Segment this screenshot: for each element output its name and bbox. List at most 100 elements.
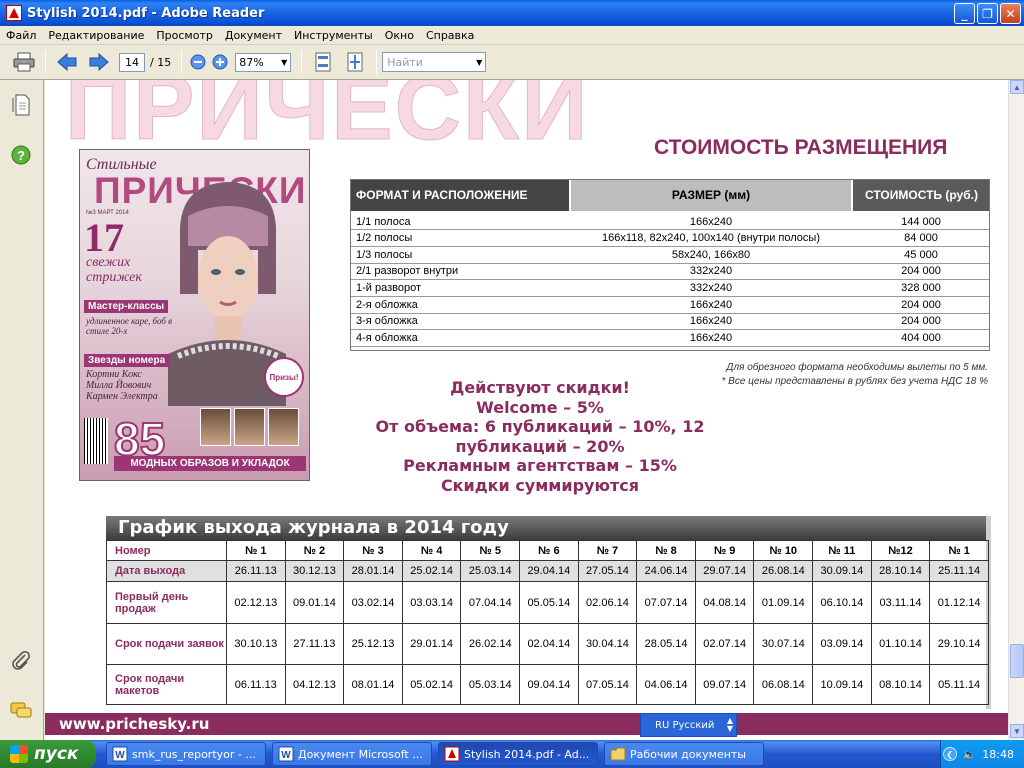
- document-viewport[interactable]: ПРИЧЕСКИ СТОИМОСТЬ РАЗМЕЩЕНИЯ Стильные П…: [45, 80, 1008, 740]
- comments-icon[interactable]: [10, 700, 32, 722]
- scrollbar-thumb[interactable]: [1010, 644, 1024, 678]
- schedule-cell: 26.02.14: [460, 623, 521, 665]
- schedule-cell: 03.03.14: [401, 581, 462, 624]
- price-cost: 45 000: [852, 246, 990, 264]
- speaker-icon[interactable]: 🔈: [963, 748, 977, 761]
- attachments-icon[interactable]: [10, 650, 32, 672]
- schedule-cell: 26.08.14: [753, 560, 814, 582]
- taskbar-button-active[interactable]: Stylish 2014.pdf - Ad...: [438, 742, 598, 766]
- price-size: 166x118, 82x240, 100x140 (внутри полосы): [570, 229, 852, 247]
- price-format: 1/3 полосы: [350, 246, 570, 264]
- fit-page-icon[interactable]: [343, 50, 367, 74]
- schedule-cell: 30.07.14: [753, 623, 814, 665]
- table-row: 1/1 полоса 166x240 144 000: [350, 211, 990, 231]
- price-format: 2-я обложка: [350, 296, 570, 314]
- schedule-row-label: Срок подачи макетов: [106, 664, 227, 705]
- price-format: 2/1 разворот внутри: [350, 263, 570, 281]
- print-icon[interactable]: [12, 50, 36, 74]
- schedule-cell: 05.11.14: [929, 664, 989, 705]
- word-document-icon: W: [112, 746, 128, 762]
- schedule-row-first-sale: Первый день продаж 02.12.13 09.01.14 03.02.…: [106, 581, 989, 624]
- schedule-cell: 06.10.14: [812, 581, 872, 624]
- schedule-cell: 05.02.14: [401, 664, 462, 705]
- help-icon[interactable]: ?: [10, 144, 32, 166]
- cover-thumbnail: [200, 408, 231, 446]
- next-page-icon[interactable]: [87, 50, 111, 74]
- menu-help[interactable]: Справка: [420, 29, 480, 42]
- schedule-row-label: Срок подачи заявок: [106, 623, 227, 665]
- menu-file[interactable]: Файл: [0, 29, 42, 42]
- price-size: 166x240: [570, 296, 852, 314]
- schedule-cell: № 4: [401, 540, 462, 561]
- price-cost: 84 000: [852, 229, 990, 247]
- price-format: 4-я обложка: [350, 329, 570, 347]
- menu-tools[interactable]: Инструменты: [288, 29, 379, 42]
- maximize-button[interactable]: ❐: [977, 3, 998, 24]
- price-cost: 144 000: [852, 211, 990, 231]
- menu-bar: Файл Редактирование Просмотр Документ Ин…: [0, 26, 1024, 45]
- menu-window[interactable]: Окно: [379, 29, 420, 42]
- find-placeholder: Найти: [387, 55, 423, 69]
- chevron-down-icon[interactable]: ▼: [473, 58, 485, 67]
- schedule-cell: 02.12.13: [226, 581, 286, 624]
- clock[interactable]: 18:48: [982, 748, 1014, 761]
- schedule-cell: 01.10.14: [870, 623, 931, 665]
- tray-chevron-icon[interactable]: ❮: [942, 747, 957, 761]
- zoom-out-icon[interactable]: [189, 50, 207, 74]
- toolbar-separator: [181, 50, 183, 74]
- cover-thumbnail: [268, 408, 299, 446]
- menu-edit[interactable]: Редактирование: [42, 29, 150, 42]
- taskbar-button[interactable]: W smk_rus_reportyor - ...: [106, 742, 266, 766]
- price-header-format: ФОРМАТ И РАСПОЛОЖЕНИЕ: [350, 179, 570, 213]
- schedule-cell: № 3: [343, 540, 403, 561]
- menu-view[interactable]: Просмотр: [150, 29, 218, 42]
- start-label: пуск: [34, 744, 79, 764]
- website-footer[interactable]: www.prichesky.ru: [45, 713, 1008, 735]
- pages-panel-icon[interactable]: [10, 94, 32, 116]
- schedule-cell: 03.11.14: [870, 581, 931, 624]
- menu-document[interactable]: Документ: [219, 29, 288, 42]
- taskbar-button[interactable]: Рабочии документы: [604, 742, 764, 766]
- schedule-cell: 28.05.14: [636, 623, 696, 665]
- navigation-pane: ?: [0, 80, 44, 740]
- schedule-cell: 29.07.14: [694, 560, 755, 582]
- page-number-input[interactable]: 14: [119, 52, 145, 72]
- language-arrows-icon[interactable]: ▲ ▼: [724, 717, 736, 733]
- minimize-button[interactable]: _: [954, 3, 975, 24]
- title-bar[interactable]: Stylish 2014.pdf - Adobe Reader _ ❐ ✕: [0, 0, 1024, 26]
- price-size: 58x240, 166x80: [570, 246, 852, 264]
- zoom-in-icon[interactable]: [211, 50, 229, 74]
- pdf-icon: [444, 746, 460, 762]
- taskbar-button[interactable]: W Документ Microsoft ...: [272, 742, 432, 766]
- fit-width-icon[interactable]: [311, 50, 335, 74]
- price-format: 3-я обложка: [350, 313, 570, 331]
- schedule-cell: 24.06.14: [636, 560, 696, 582]
- schedule-cell: 27.11.13: [284, 623, 345, 665]
- schedule-cell: 29.01.14: [401, 623, 462, 665]
- schedule-cell: № 9: [694, 540, 755, 561]
- start-button[interactable]: пуск: [0, 740, 96, 768]
- schedule-row-release: Дата выхода 26.11.13 30.12.13 28.01.14 25.02…: [106, 560, 989, 582]
- schedule-cell: № 1: [929, 540, 989, 561]
- language-bar[interactable]: RU Русский ▲ ▼: [640, 713, 737, 737]
- cover-stars: Кортни Кокс Милла Йовович Кармен Электра: [86, 369, 158, 402]
- zoom-value: 87%: [239, 55, 264, 69]
- vertical-scrollbar[interactable]: ▲ ▼: [1008, 80, 1024, 740]
- scroll-down-icon[interactable]: ▼: [1010, 724, 1024, 738]
- svg-text:?: ?: [17, 148, 25, 163]
- scroll-up-icon[interactable]: ▲: [1010, 80, 1024, 94]
- schedule-row-layouts: Срок подачи макетов 06.11.13 04.12.13 08.01…: [106, 664, 989, 705]
- zoom-select[interactable]: 87% ▼: [235, 52, 292, 72]
- schedule-cell: 05.05.14: [519, 581, 579, 624]
- close-button[interactable]: ✕: [1000, 3, 1021, 24]
- schedule-cell: 28.10.14: [870, 560, 931, 582]
- discount-line: Скидки суммируются: [440, 475, 640, 495]
- previous-page-icon[interactable]: [55, 50, 79, 74]
- schedule-cell: 03.02.14: [343, 581, 403, 624]
- schedule-table: Номер № 1 № 2 № 3 № 4 № 5 № 6 № 7 № 8 № 9 № 10 № 11…: [106, 540, 989, 705]
- schedule-cell: 30.10.13: [226, 623, 286, 665]
- schedule-cell: 07.07.14: [636, 581, 696, 624]
- schedule-cell: № 6: [519, 540, 579, 561]
- find-input[interactable]: Найти ▼: [382, 52, 487, 72]
- bleed-note: Для обрезного формата необходимы вылеты …: [726, 362, 988, 373]
